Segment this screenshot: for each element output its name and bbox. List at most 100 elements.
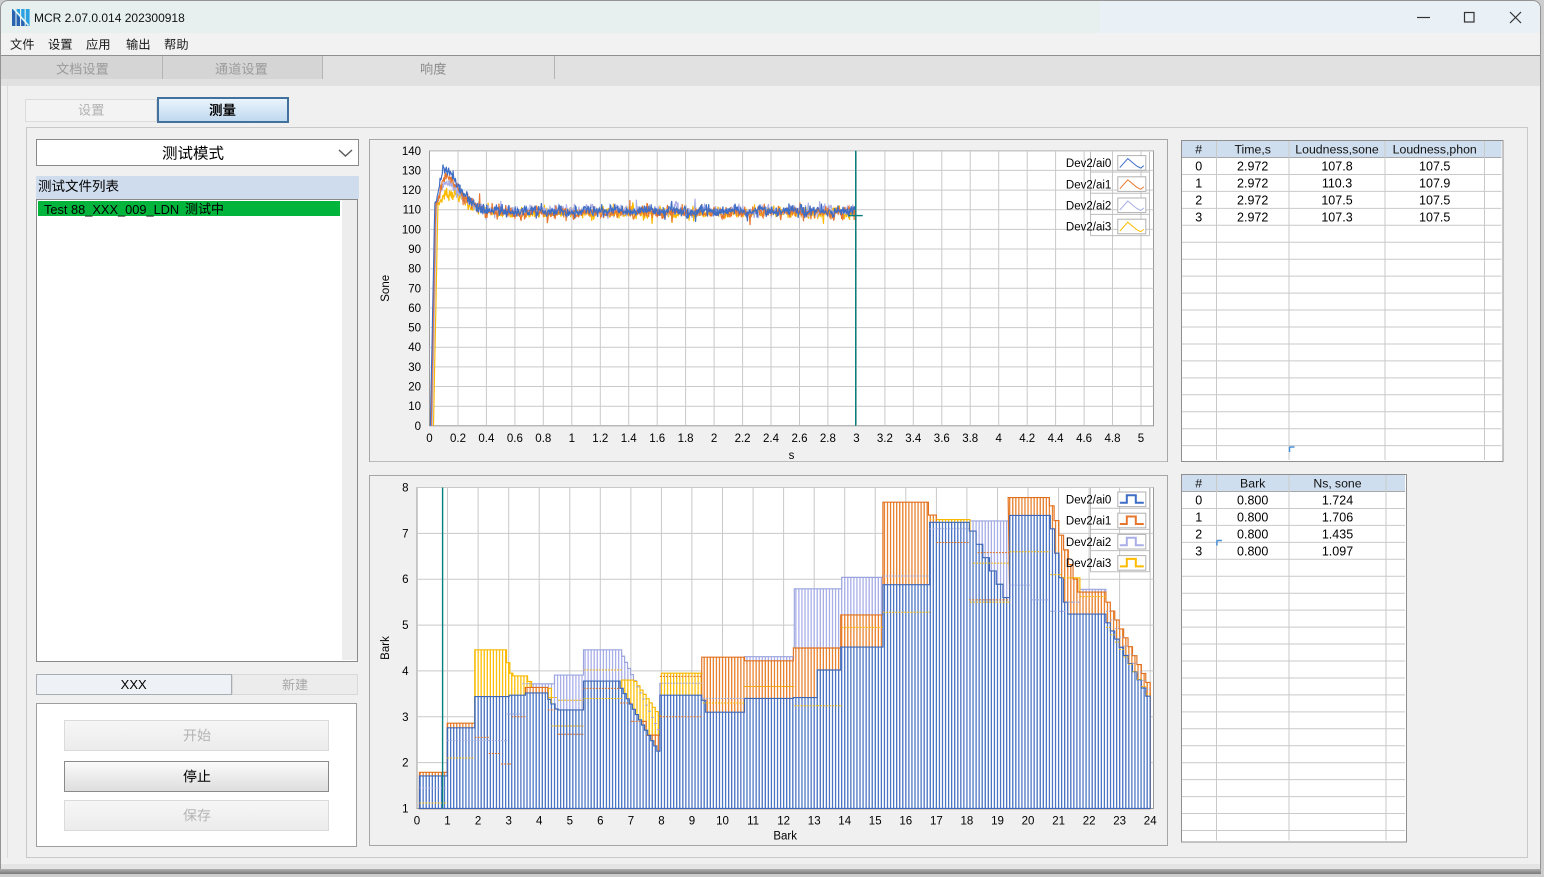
svg-text:3: 3 [1195,210,1202,224]
svg-text:Loudness,phon: Loudness,phon [1393,142,1477,156]
svg-text:Bark: Bark [380,635,392,659]
svg-text:17: 17 [930,815,943,827]
svg-text:Sone: Sone [380,275,392,302]
svg-text:15: 15 [869,815,882,827]
svg-text:Dev2/ai2: Dev2/ai2 [1066,536,1111,548]
svg-text:3: 3 [853,432,859,444]
svg-text:Time,s: Time,s [1234,142,1270,156]
svg-text:24: 24 [1144,815,1157,827]
svg-text:1.8: 1.8 [678,432,694,444]
svg-text:0.800: 0.800 [1237,493,1268,507]
svg-text:4: 4 [536,815,543,827]
svg-text:0.2: 0.2 [450,432,466,444]
svg-text:0.800: 0.800 [1237,527,1268,541]
svg-text:Loudness,sone: Loudness,sone [1295,142,1379,156]
svg-text:2.8: 2.8 [820,432,836,444]
svg-text:4.8: 4.8 [1105,432,1121,444]
svg-text:107.3: 107.3 [1321,210,1352,224]
svg-text:3.4: 3.4 [905,432,922,444]
svg-text:Dev2/ai3: Dev2/ai3 [1066,221,1111,233]
svg-text:0: 0 [415,420,421,432]
svg-text:107.5: 107.5 [1419,193,1450,207]
svg-text:1: 1 [1195,176,1202,190]
svg-text:3.8: 3.8 [962,432,978,444]
svg-text:Dev2/ai0: Dev2/ai0 [1066,494,1111,506]
svg-text:107.5: 107.5 [1419,159,1450,173]
svg-text:5: 5 [567,815,573,827]
svg-text:107.8: 107.8 [1321,159,1352,173]
svg-text:Bark: Bark [773,830,797,842]
svg-text:3.2: 3.2 [877,432,893,444]
svg-text:2.2: 2.2 [735,432,751,444]
svg-text:14: 14 [838,815,851,827]
svg-text:2.972: 2.972 [1237,193,1268,207]
svg-text:2: 2 [1195,193,1202,207]
svg-text:90: 90 [408,244,421,256]
svg-text:7: 7 [402,528,408,540]
svg-text:Dev2/ai2: Dev2/ai2 [1066,200,1111,212]
svg-text:Dev2/ai1: Dev2/ai1 [1066,515,1111,527]
svg-text:0.800: 0.800 [1237,510,1268,524]
svg-text:60: 60 [408,303,421,315]
svg-text:107.9: 107.9 [1419,176,1450,190]
svg-text:20: 20 [408,381,421,393]
svg-text:2: 2 [475,815,481,827]
svg-text:8: 8 [658,815,664,827]
svg-text:10: 10 [408,401,421,413]
svg-text:0.800: 0.800 [1237,544,1268,558]
svg-text:2.972: 2.972 [1237,159,1268,173]
svg-text:#: # [1195,142,1202,156]
svg-text:3.6: 3.6 [934,432,950,444]
svg-text:2.4: 2.4 [763,432,780,444]
svg-text:140: 140 [402,145,421,157]
svg-text:0: 0 [426,432,432,444]
svg-text:8: 8 [402,482,408,494]
svg-text:2: 2 [402,757,408,769]
svg-text:107.5: 107.5 [1321,193,1352,207]
svg-text:1: 1 [444,815,450,827]
svg-text:5: 5 [402,620,408,632]
svg-text:6: 6 [597,815,603,827]
svg-text:0: 0 [1195,493,1202,507]
svg-text:13: 13 [808,815,821,827]
svg-text:Dev2/ai1: Dev2/ai1 [1066,179,1111,191]
svg-text:70: 70 [408,283,421,295]
svg-text:4.2: 4.2 [1019,432,1035,444]
svg-text:110: 110 [403,204,421,216]
svg-text:40: 40 [408,342,421,354]
svg-text:18: 18 [961,815,974,827]
svg-text:3: 3 [505,815,511,827]
svg-text:11: 11 [747,815,759,827]
svg-text:4: 4 [402,665,409,677]
svg-text:2: 2 [711,432,717,444]
svg-text:107.5: 107.5 [1419,210,1450,224]
svg-text:3: 3 [402,711,408,723]
svg-text:2.6: 2.6 [792,432,808,444]
svg-text:2: 2 [1195,527,1202,541]
svg-text:1: 1 [402,803,408,815]
svg-text:Bark: Bark [1240,476,1266,490]
svg-text:Dev2/ai3: Dev2/ai3 [1066,558,1111,570]
svg-text:1.4: 1.4 [621,432,638,444]
svg-text:10: 10 [716,815,729,827]
svg-text:19: 19 [991,815,1004,827]
svg-text:3: 3 [1195,544,1202,558]
svg-text:1.706: 1.706 [1322,510,1353,524]
svg-text:0.6: 0.6 [507,432,523,444]
svg-text:0: 0 [414,815,420,827]
svg-text:6: 6 [402,574,408,586]
svg-text:120: 120 [402,185,421,197]
svg-text:1: 1 [569,432,575,444]
svg-text:0: 0 [1195,159,1202,173]
svg-text:4.4: 4.4 [1048,432,1065,444]
svg-text:80: 80 [408,263,421,275]
svg-text:4.6: 4.6 [1076,432,1092,444]
svg-text:30: 30 [408,362,421,374]
svg-text:1.6: 1.6 [649,432,665,444]
svg-text:22: 22 [1083,815,1096,827]
svg-text:1.435: 1.435 [1322,527,1353,541]
svg-text:16: 16 [899,815,912,827]
svg-text:0.8: 0.8 [535,432,551,444]
svg-text:1: 1 [1195,510,1202,524]
svg-text:Dev2/ai0: Dev2/ai0 [1066,158,1111,170]
